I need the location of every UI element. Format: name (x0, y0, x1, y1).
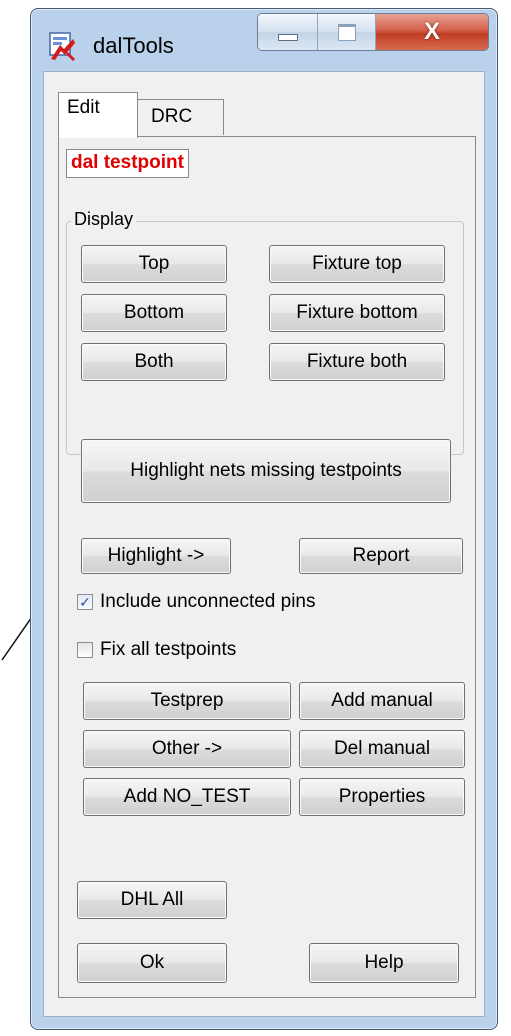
edit-tab-panel: dal testpoint Display Top Fixture top Bo… (58, 136, 476, 998)
fix-all-testpoints-option[interactable]: Fix all testpoints (77, 639, 236, 661)
display-fixture-both-button[interactable]: Fixture both (269, 343, 445, 381)
tab-drc[interactable]: DRC (136, 99, 224, 135)
highlight-nets-missing-testpoints-button[interactable]: Highlight nets missing testpoints (81, 439, 451, 503)
caption-buttons: X (257, 13, 489, 51)
client-area: DRC Edit dal testpoint Display Top Fixtu… (43, 71, 485, 1017)
include-unconnected-pins-option[interactable]: ✓ Include unconnected pins (77, 591, 316, 613)
include-unconnected-label: Include unconnected pins (100, 591, 316, 612)
close-icon: X (423, 18, 440, 45)
ok-button[interactable]: Ok (77, 943, 227, 983)
tab-edit[interactable]: Edit (58, 92, 138, 138)
add-manual-button[interactable]: Add manual (299, 682, 465, 720)
maximize-button[interactable] (318, 14, 376, 50)
display-group-title: Display (71, 209, 137, 230)
add-no-test-button[interactable]: Add NO_TEST (83, 778, 291, 816)
minimize-icon (277, 33, 298, 41)
other-menu-button[interactable]: Other -> (83, 730, 291, 768)
testprep-button[interactable]: Testprep (83, 682, 291, 720)
module-label: dal testpoint (66, 149, 189, 178)
del-manual-button[interactable]: Del manual (299, 730, 465, 768)
close-button[interactable]: X (376, 14, 488, 50)
display-fixture-top-button[interactable]: Fixture top (269, 245, 445, 283)
display-fixture-bottom-button[interactable]: Fixture bottom (269, 294, 445, 332)
properties-button[interactable]: Properties (299, 778, 465, 816)
window-title: dalTools (93, 33, 174, 58)
display-both-button[interactable]: Both (81, 343, 227, 381)
include-unconnected-checkbox[interactable]: ✓ (77, 594, 93, 610)
fix-all-testpoints-checkbox[interactable] (77, 642, 93, 658)
daltools-window: dalTools X DRC Edit dal testpoint Displa… (30, 8, 498, 1030)
display-top-button[interactable]: Top (81, 245, 227, 283)
report-button[interactable]: Report (299, 538, 463, 574)
highlight-menu-button[interactable]: Highlight -> (81, 538, 231, 574)
help-button[interactable]: Help (309, 943, 459, 983)
daltools-app-icon (49, 32, 76, 61)
fix-all-testpoints-label: Fix all testpoints (100, 639, 237, 660)
title-bar[interactable]: dalTools X (31, 9, 497, 71)
display-bottom-button[interactable]: Bottom (81, 294, 227, 332)
dhl-all-button[interactable]: DHL All (77, 881, 227, 919)
maximize-icon (337, 23, 356, 41)
minimize-button[interactable] (258, 14, 318, 50)
